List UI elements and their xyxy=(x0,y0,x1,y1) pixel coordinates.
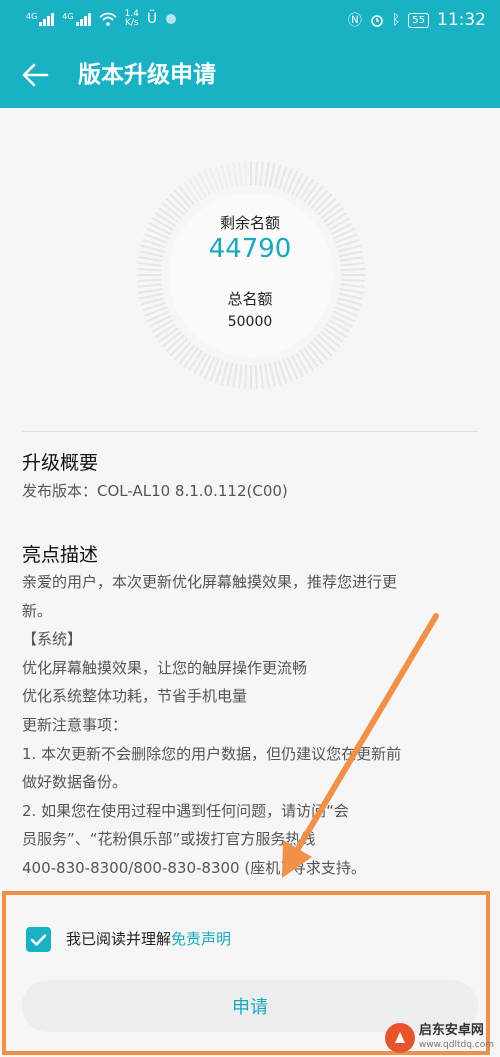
dial-tick xyxy=(238,161,243,186)
dial-tick xyxy=(137,268,162,272)
dial-tick xyxy=(259,364,264,389)
total-label: 总名额 xyxy=(227,290,273,308)
dial-tick xyxy=(137,283,162,288)
back-arrow-icon xyxy=(22,63,49,87)
dial-tick xyxy=(290,354,304,378)
total-value: 50000 xyxy=(227,314,273,330)
dial-tick xyxy=(232,162,238,187)
dial-tick xyxy=(295,175,309,198)
dial-tick xyxy=(264,363,270,388)
desc-line: 【系统】 xyxy=(22,630,83,649)
signal-icon-1: 4G xyxy=(26,12,55,26)
dial-tick xyxy=(340,268,365,272)
notification-dot-icon xyxy=(166,14,177,24)
desc-line: 1. 本次更新不会删除您的用户数据，但仍建议您在更新前 xyxy=(22,744,402,763)
desc-line: 新。 xyxy=(22,601,53,620)
dial-tick xyxy=(290,172,304,196)
dial-tick xyxy=(226,163,234,188)
watermark-url: www.qdltdq.com xyxy=(418,1040,494,1050)
summary-heading: 升级概要 xyxy=(22,452,99,474)
remaining-label: 剩余名额 xyxy=(219,214,280,232)
battery-icon: 55 xyxy=(408,12,429,28)
desc-line: 亲爱的用户，本次更新优化屏幕触摸效果，推荐您进行更 xyxy=(22,573,398,591)
status-bar: 4G 4G 1.4 K/s Ü Ⓝ ᛒ 55 11:32 xyxy=(0,0,500,40)
remaining-value: 44790 xyxy=(208,234,292,264)
watermark-name: 启东安卓网 xyxy=(418,1023,484,1038)
back-button[interactable] xyxy=(18,58,52,92)
dial-tick xyxy=(254,364,258,389)
signal-icon-2: 4G xyxy=(62,12,91,26)
dial-tick xyxy=(254,161,258,186)
desc-line: 做好数据备份。 xyxy=(22,773,128,792)
desc-line: 员服务”、“花粉俱乐部”或拨打官方服务热线 xyxy=(22,830,316,849)
dial-tick xyxy=(244,364,248,389)
dial-tick xyxy=(244,161,248,186)
dial-tick xyxy=(183,347,199,368)
alarm-icon xyxy=(371,15,383,27)
dial-tick xyxy=(137,278,162,282)
desc-line: 优化屏幕触摸效果，让您的触屏操作更流畅 xyxy=(22,658,308,677)
dial-tick xyxy=(193,175,207,198)
disclaimer-link[interactable]: 免责声明 xyxy=(171,930,231,948)
desc-line: 2. 如果您在使用过程中遇到任何问题，请访问“会 xyxy=(22,801,349,820)
dial-tick xyxy=(188,349,203,372)
highlights-description: 亲爱的用户，本次更新优化屏幕触摸效果，推荐您进行更 新。 【系统】 优化屏幕触摸… xyxy=(22,568,482,883)
checkmark-icon xyxy=(30,933,47,946)
divider xyxy=(22,431,478,432)
network-speed: 1.4 K/s xyxy=(124,9,139,28)
dial-tick xyxy=(259,161,264,186)
status-clock: 11:32 xyxy=(437,10,486,30)
dial-tick xyxy=(238,364,243,389)
watermark-logo-icon xyxy=(384,1023,415,1053)
dial-tick xyxy=(303,182,319,203)
agreement-text: 我已阅读并理解免责声明 xyxy=(66,928,231,950)
dial-tick xyxy=(303,347,319,368)
release-version: 发布版本：COL-AL10 8.1.0.112(C00) xyxy=(22,482,288,500)
dial-tick xyxy=(323,327,344,343)
dial-tick xyxy=(193,352,207,375)
dial-tick xyxy=(299,349,314,372)
dial-tick xyxy=(264,162,270,187)
highlights-heading: 亮点描述 xyxy=(22,544,99,566)
desc-line: 更新注意事项： xyxy=(22,715,128,734)
dial-tick xyxy=(232,363,238,388)
dial-tick xyxy=(268,362,276,387)
dial-tick xyxy=(299,178,314,201)
dial-tick xyxy=(340,283,365,288)
dial-tick xyxy=(198,354,212,378)
page-title: 版本升级申请 xyxy=(78,62,216,88)
main-content: 剩余名额 44790 总名额 50000 升级概要 发布版本：COL-AL10 … xyxy=(0,108,500,888)
dial-tick xyxy=(340,278,365,282)
dial-tick xyxy=(226,362,234,387)
desc-line: 400-830-8300/800-830-8300 (座机) 寻求支持。 xyxy=(22,858,366,877)
watermark: 启东安卓网 www.qdltdq.com xyxy=(384,1023,494,1053)
dial-tick xyxy=(268,163,276,188)
dial-tick xyxy=(183,182,199,203)
dial-tick xyxy=(188,178,203,201)
app-bar: 版本升级申请 xyxy=(0,40,500,108)
nfc-icon: Ⓝ xyxy=(347,13,362,29)
wifi-icon xyxy=(99,12,117,26)
desc-line: 优化系统整体功耗，节省手机电量 xyxy=(22,687,248,706)
bluetooth-icon: ᛒ xyxy=(391,12,401,28)
dial-tick xyxy=(295,352,309,375)
agree-checkbox[interactable] xyxy=(26,927,51,952)
app-notification-icon: Ü xyxy=(146,11,158,27)
dial-tick xyxy=(198,172,212,196)
agreement-label: 我已阅读并理解 xyxy=(66,930,172,948)
dial-tick xyxy=(158,327,179,343)
quota-dial xyxy=(137,161,365,389)
